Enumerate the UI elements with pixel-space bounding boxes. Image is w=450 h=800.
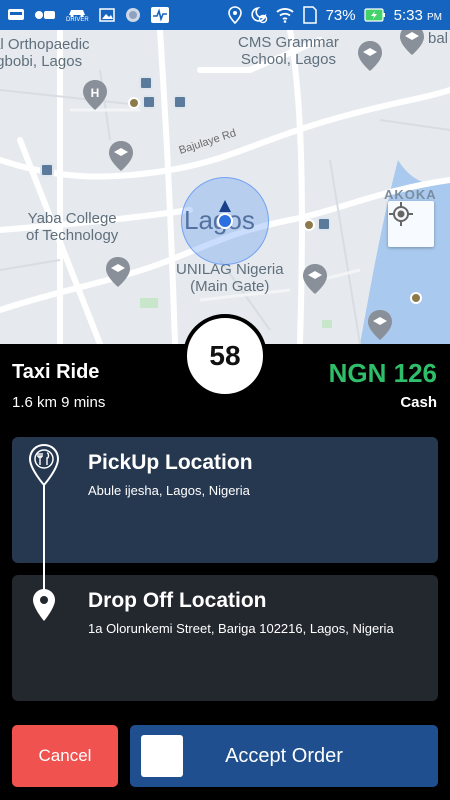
school-pin-icon[interactable] [399, 30, 425, 56]
driver-app-screen: DRIVER 73% 5:33 PM l Orthopaedic gbobi, … [0, 0, 450, 800]
status-bar-right: 73% 5:33 PM [227, 6, 442, 24]
payment-method: Cash [400, 394, 437, 411]
gallery-icon [98, 8, 115, 22]
ride-distance-duration: 1.6 km 9 mins [12, 394, 106, 411]
accept-order-button[interactable]: Accept Order [130, 725, 438, 787]
dropoff-address: 1a Olorunkemi Street, Bariga 102216, Lag… [88, 621, 394, 636]
my-location-button[interactable] [388, 201, 434, 247]
activity-app-icon [150, 7, 169, 23]
svg-text:H: H [91, 86, 100, 100]
ride-type: Taxi Ride [12, 361, 100, 383]
pickup-title: PickUp Location [88, 451, 253, 474]
map-label-cms: CMS Grammar School, Lagos [238, 34, 339, 69]
map-view[interactable]: al Orthopaedic Igbobi, Lagos CMS Grammar… [0, 30, 450, 344]
status-time-suffix: PM [427, 11, 442, 23]
map-label-unilag-text: UNILAG Nigeria (Main Gate) [176, 261, 284, 296]
accept-order-label: Accept Order [225, 744, 343, 767]
school-pin-icon[interactable] [105, 256, 131, 288]
status-bar-left: DRIVER [8, 7, 169, 23]
bus-stop-icon[interactable] [40, 163, 54, 177]
map-label-bal: bal [428, 30, 449, 47]
poi-dot-icon[interactable] [128, 97, 140, 109]
sim-card-icon [302, 6, 318, 24]
hospital-pin-icon[interactable]: H [82, 79, 108, 111]
pickup-address: Abule ijesha, Lagos, Nigeria [88, 483, 250, 498]
fare-amount: NGN 126 [328, 358, 437, 388]
school-pin-icon[interactable] [357, 40, 383, 72]
globe-app-icon [125, 7, 141, 23]
cancel-button[interactable]: Cancel [12, 725, 118, 787]
map-label-unilag: UNILAG Nigeria (Main Gate) [176, 261, 284, 296]
countdown-timer: 58 [183, 314, 267, 398]
wifi-icon [275, 7, 294, 23]
dropoff-location-card[interactable]: Drop Off Location 1a Olorunkemi Street, … [12, 575, 438, 701]
map-label-yaba: Yaba College of Technology [26, 210, 118, 245]
app-notification-icon [8, 8, 24, 22]
school-pin-icon[interactable] [367, 309, 393, 341]
map-label-orthopaedic: al Orthopaedic Igbobi, Lagos [0, 36, 90, 71]
status-bar: DRIVER 73% 5:33 PM [0, 0, 450, 30]
status-time: 5:33 PM [394, 7, 442, 24]
map-label-yaba-text: Yaba College of Technology [26, 210, 119, 245]
pickup-marker-icon [28, 443, 60, 492]
route-connector-line [43, 480, 45, 600]
alarm-icon [250, 6, 268, 24]
battery-percent: 73% [325, 6, 356, 24]
driver-app-badge: DRIVER [66, 17, 89, 23]
school-pin-icon[interactable] [302, 263, 328, 295]
location-status-icon [227, 6, 242, 24]
map-label-orthopaedic-text: al Orthopaedic Igbobi, Lagos [0, 36, 90, 71]
map-label-cms-text: CMS Grammar School, Lagos [238, 34, 339, 69]
dropoff-title: Drop Off Location [88, 589, 267, 612]
poi-dot-icon[interactable] [410, 292, 422, 304]
crosshair-icon [389, 202, 413, 226]
chat-app-icon [34, 9, 56, 21]
status-time-value: 5:33 [393, 6, 423, 24]
pickup-location-card[interactable]: PickUp Location Abule ijesha, Lagos, Nig… [12, 437, 438, 563]
bus-stop-icon[interactable] [142, 95, 156, 109]
bus-stop-icon[interactable] [317, 217, 331, 231]
heading-arrow-icon [219, 200, 231, 212]
driver-app-icon: DRIVER [66, 7, 89, 23]
poi-dot-icon[interactable] [303, 219, 315, 231]
location-pin-icon [32, 588, 56, 627]
bus-stop-icon[interactable] [173, 95, 187, 109]
battery-charging-icon [364, 7, 386, 23]
school-pin-icon[interactable] [108, 140, 134, 172]
slide-handle[interactable] [141, 735, 183, 777]
current-location-dot [217, 213, 233, 229]
bus-stop-icon[interactable] [139, 76, 153, 90]
